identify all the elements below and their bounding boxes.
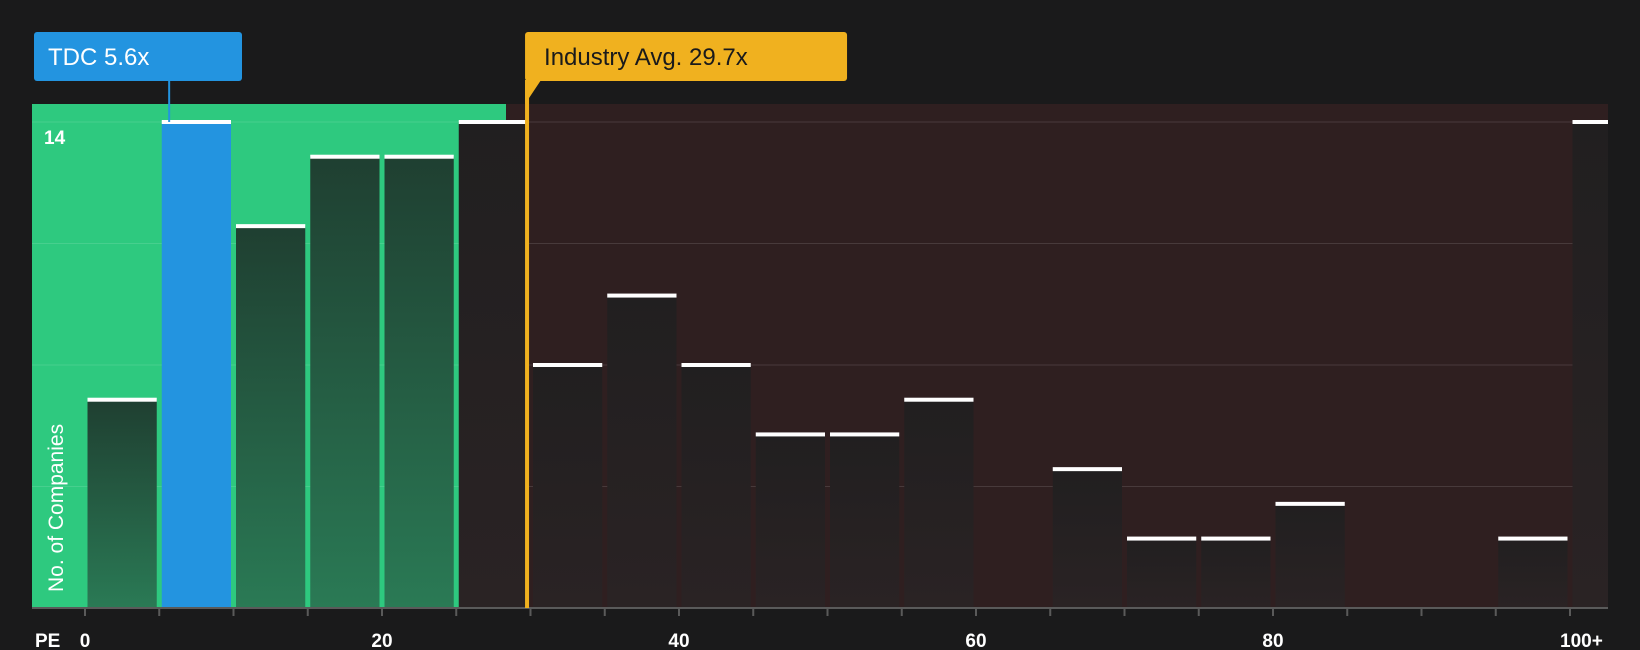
pe-distribution-chart: 0 20 40 60 80 100+ Industry Avg. 29.7x TDC 5.6… [0,0,1640,650]
x-tick-label: 80 [1262,631,1283,650]
x-tick-label: 100+ [1560,631,1603,650]
histogram-bar [310,156,380,608]
company-label: TDC 5.6x [48,44,149,71]
x-axis-label: PE [35,631,60,650]
x-tick-label: 40 [668,631,689,650]
histogram-bar-cap [607,293,677,298]
histogram-bar [1201,538,1271,608]
histogram-bar [458,122,528,608]
x-tick-label: 60 [965,631,986,650]
x-tick-label: 0 [80,631,91,650]
histogram-bar [1572,122,1608,608]
histogram-bar-cap [755,432,825,437]
histogram-bar-cap [458,120,528,124]
histogram-bar-cap [1275,501,1345,506]
histogram-bar [384,156,454,608]
histogram-bar-cap [161,120,231,124]
histogram-bar [1498,538,1568,608]
histogram-bar [161,122,231,608]
histogram-bar-cap [1052,467,1122,472]
x-axis: 0 20 40 60 80 100+ [32,607,1608,650]
histogram-bar [1127,538,1197,608]
histogram-bar-cap [681,363,751,367]
histogram-bar-cap [87,397,157,402]
histogram-bar-cap [1572,120,1608,124]
industry-average-label: Industry Avg. 29.7x [544,44,748,71]
histogram-bar-cap [904,397,974,402]
histogram-bar [1052,469,1122,608]
chart-svg: 0 20 40 60 80 100+ Industry Avg. 29.7x TDC 5.6… [32,32,1608,650]
histogram-bar-cap [384,154,454,159]
histogram-bar-cap [1127,536,1197,541]
x-tick-label: 20 [371,631,392,650]
histogram-bar [755,434,825,608]
histogram-bar [87,399,157,608]
histogram-bar-cap [1498,536,1568,541]
y-tick-label: 14 [44,128,66,149]
histogram-bar [681,365,751,608]
histogram-bar [236,226,306,608]
y-axis-label: No. of Companies [45,424,68,592]
histogram-bar-cap [1201,536,1271,541]
histogram-bar-cap [830,432,900,437]
histogram-bar [533,365,603,608]
histogram-bar-cap [533,363,603,367]
histogram-bar-cap [236,224,306,229]
histogram-bar [1275,503,1345,608]
histogram-bar [830,434,900,608]
histogram-bar [904,399,974,608]
histogram-bar [607,295,677,608]
histogram-bar-cap [310,154,380,159]
